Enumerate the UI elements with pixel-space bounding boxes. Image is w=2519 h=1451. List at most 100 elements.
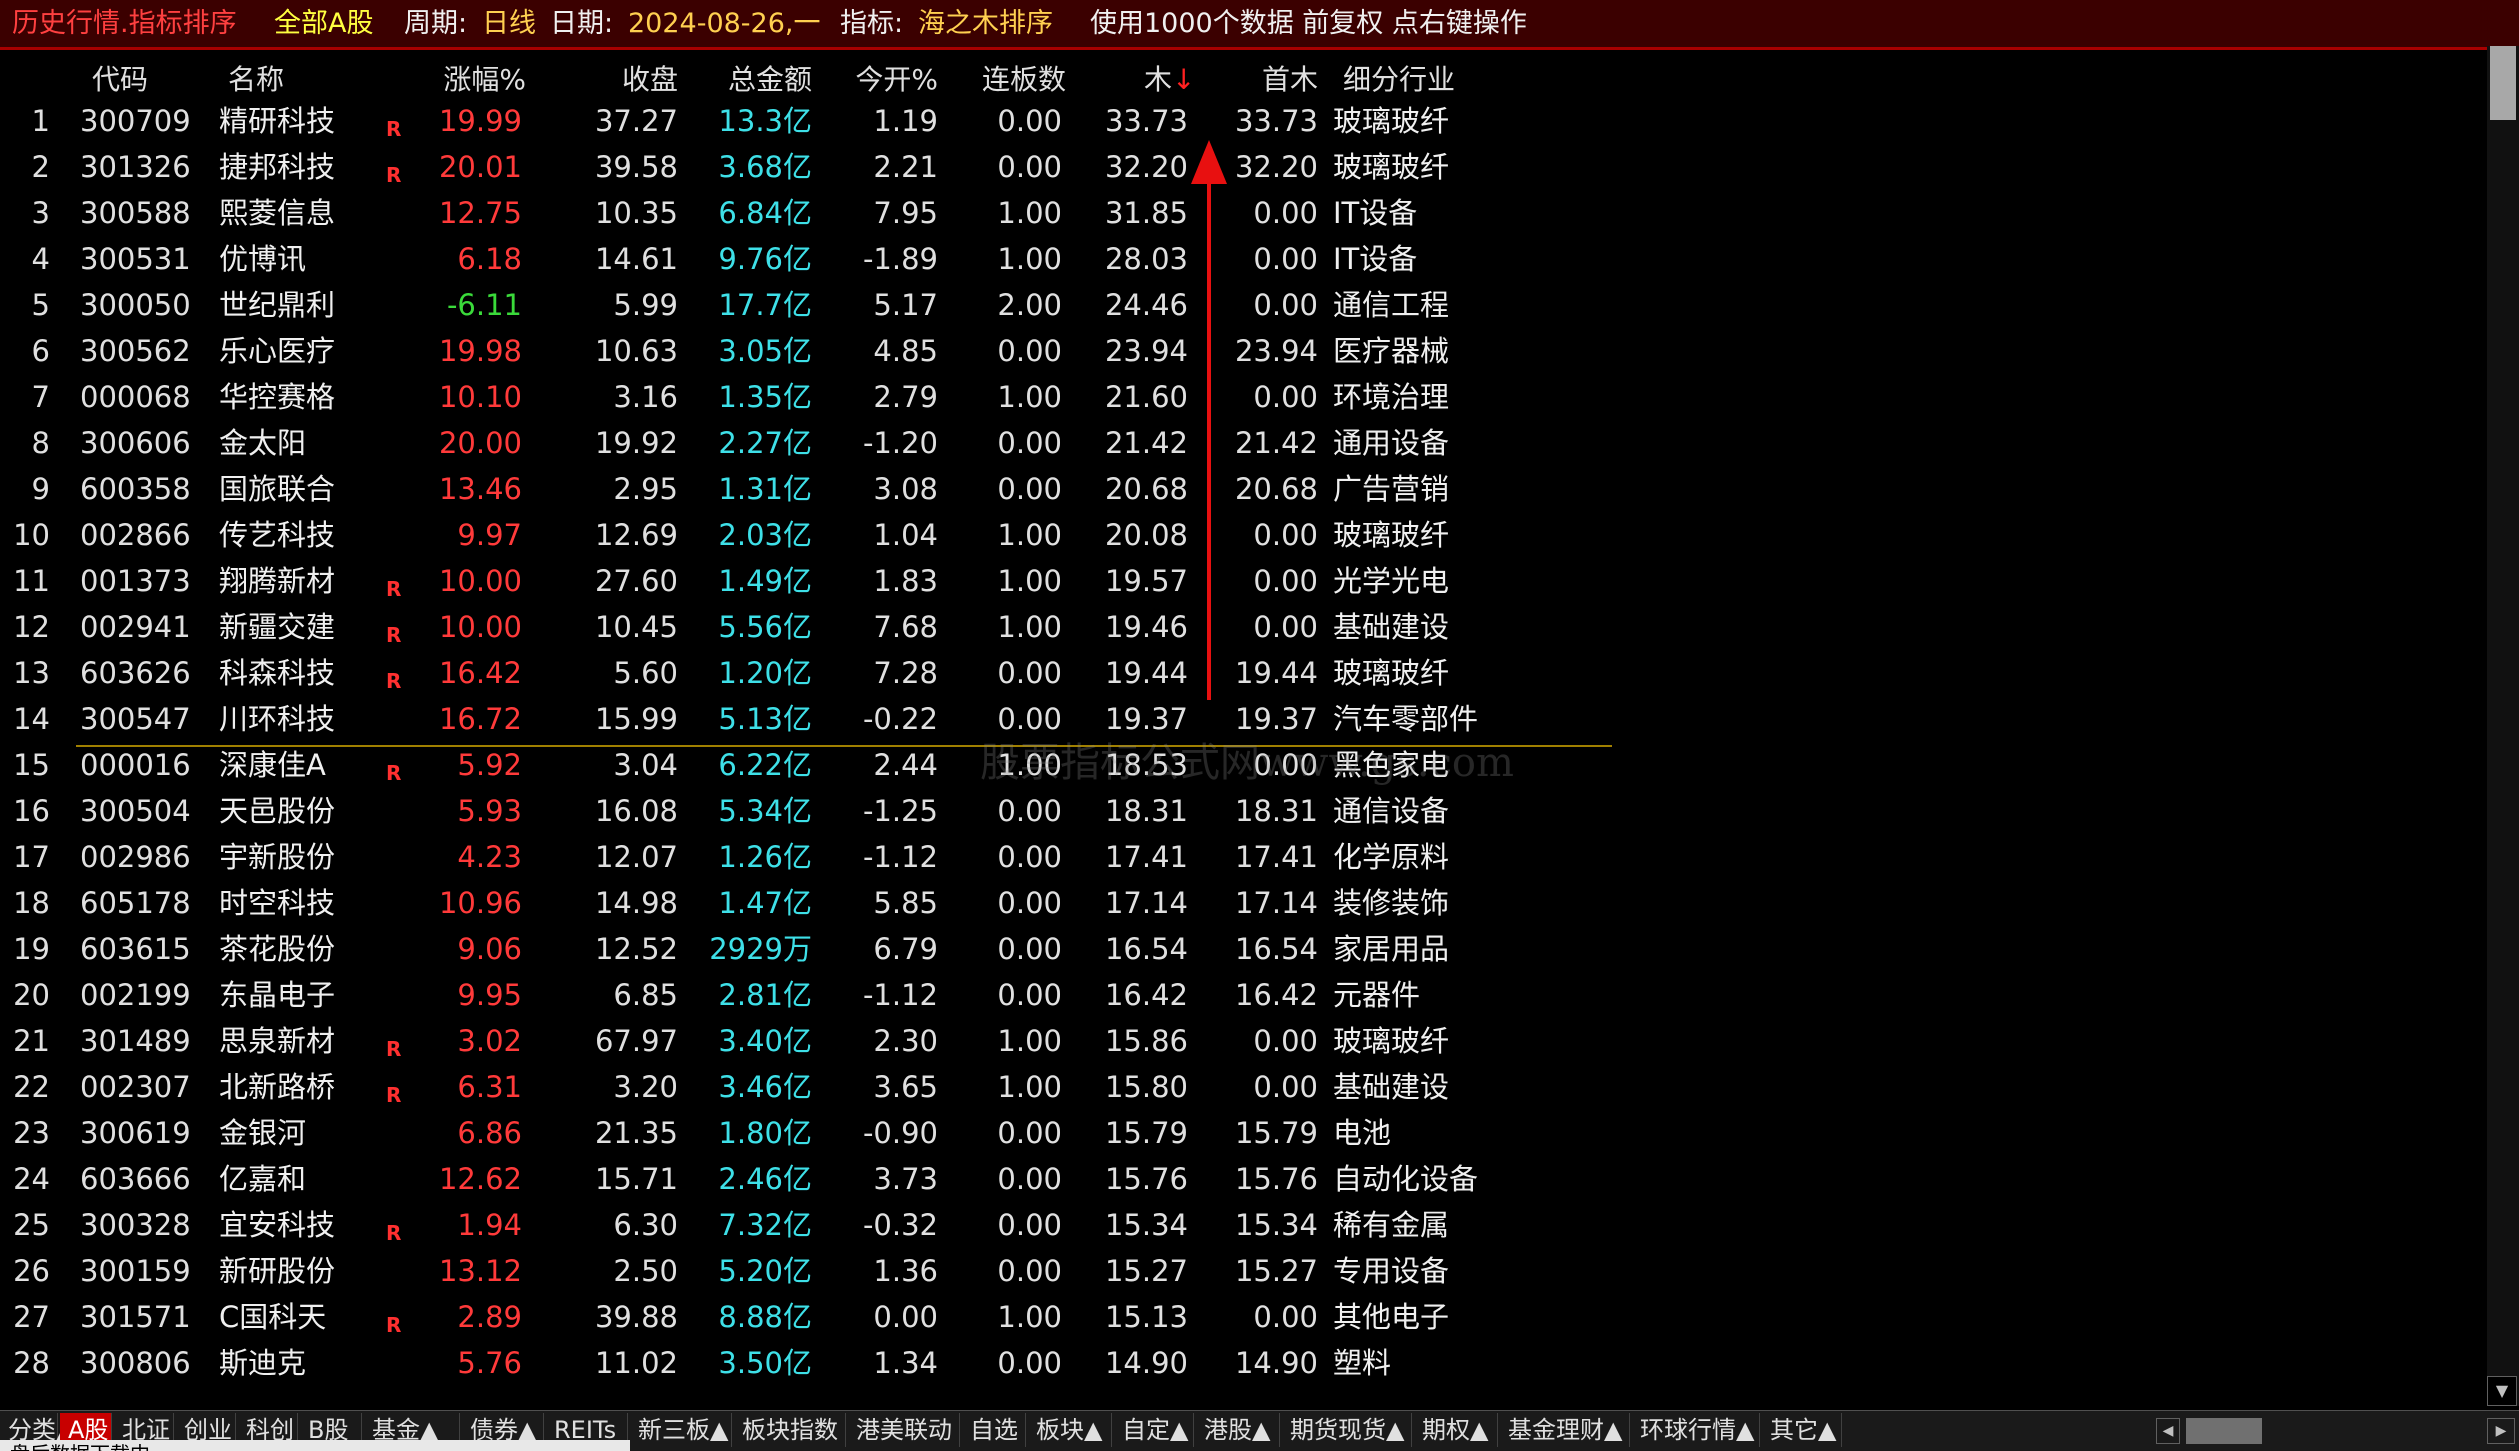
- close-price: 10.63: [594, 334, 678, 368]
- table-row[interactable]: 25 300328 宜安科技 R 1.94 6.30 7.32亿 -0.32 0.00 15.34…: [0, 1202, 1620, 1248]
- table-row[interactable]: 27 301571 C国科天 R 2.89 39.88 8.88亿 0.00 1.00 15.13…: [0, 1294, 1620, 1340]
- table-row[interactable]: 10 002866 传艺科技 9.97 12.69 2.03亿 1.04 1.00 20.08 0…: [0, 512, 1620, 558]
- table-row[interactable]: 3 300588 熙菱信息 12.75 10.35 6.84亿 7.95 1.00 31.85 0…: [0, 190, 1620, 236]
- stock-code: 603615: [80, 932, 191, 966]
- row-index: 12: [13, 610, 50, 644]
- table-row[interactable]: 18 605178 时空科技 10.96 14.98 1.47亿 5.85 0.00 17.14…: [0, 880, 1620, 926]
- table-row[interactable]: 2 301326 捷邦科技 R 20.01 39.58 3.68亿 2.21 0.00 32.20…: [0, 144, 1620, 190]
- table-row[interactable]: 8 300606 金太阳 20.00 19.92 2.27亿 -1.20 0.00 21.42 2…: [0, 420, 1620, 466]
- stock-name: 东晶电子: [219, 978, 336, 1012]
- row-index: 20: [13, 978, 50, 1012]
- change-pct: 16.72: [438, 702, 522, 736]
- industry: 基础建设: [1333, 610, 1450, 644]
- table-row[interactable]: 22 002307 北新路桥 R 6.31 3.20 3.46亿 3.65 1.00 15.80 0…: [0, 1064, 1620, 1110]
- table-row[interactable]: 26 300159 新研股份 13.12 2.50 5.20亿 1.36 0.00 15.27 1…: [0, 1248, 1620, 1294]
- horizontal-scrollbar-thumb[interactable]: [2186, 1418, 2262, 1444]
- change-pct: 5.93: [457, 794, 522, 828]
- col-header-consecutive[interactable]: 连板数: [950, 58, 1066, 98]
- scroll-left-icon[interactable]: ◀: [2156, 1418, 2180, 1444]
- col-header-amount[interactable]: 总金额: [690, 58, 812, 98]
- table-row[interactable]: 28 300806 斯迪克 5.76 11.02 3.50亿 1.34 0.00 14.90 14…: [0, 1340, 1620, 1386]
- close-price: 11.02: [594, 1346, 678, 1380]
- date-value[interactable]: 2024-08-26,一: [628, 0, 821, 47]
- table-row[interactable]: 4 300531 优博讯 6.18 14.61 9.76亿 -1.89 1.00 28.03 0.…: [0, 236, 1620, 282]
- total-amount: 5.34亿: [718, 794, 812, 828]
- table-row[interactable]: 6 300562 乐心医疗 19.98 10.63 3.05亿 4.85 0.00 23.94 2…: [0, 328, 1620, 374]
- vertical-scrollbar[interactable]: [2487, 46, 2519, 1406]
- table-row[interactable]: 5 300050 世纪鼎利 -6.11 5.99 17.7亿 5.17 2.00 24.46 0.…: [0, 282, 1620, 328]
- table-row[interactable]: 9 600358 国旅联合 13.46 2.95 1.31亿 3.08 0.00 20.68 20…: [0, 466, 1620, 512]
- col-header-industry[interactable]: 细分行业: [1343, 58, 1455, 98]
- tab-11[interactable]: 港美联动: [848, 1413, 960, 1447]
- tab-15[interactable]: 港股▲: [1196, 1413, 1280, 1447]
- table-row[interactable]: 20 002199 东晶电子 9.95 6.85 2.81亿 -1.12 0.00 16.42 1…: [0, 972, 1620, 1018]
- table-row[interactable]: 21 301489 思泉新材 R 3.02 67.97 3.40亿 2.30 1.00 15.86…: [0, 1018, 1620, 1064]
- industry: 通用设备: [1333, 426, 1450, 460]
- col-header-mu[interactable]: 木↓: [1144, 58, 1195, 98]
- total-amount: 17.7亿: [718, 288, 812, 322]
- table-row[interactable]: 19 603615 茶花股份 9.06 12.52 2929万 6.79 0.00 16.54 1…: [0, 926, 1620, 972]
- indicator-value[interactable]: 海之木排序: [918, 0, 1053, 47]
- col-header-close[interactable]: 收盘: [560, 58, 678, 98]
- stock-code: 300504: [80, 794, 191, 828]
- total-amount: 1.47亿: [718, 886, 812, 920]
- tab-12[interactable]: 自选: [962, 1413, 1026, 1447]
- table-row[interactable]: 17 002986 宇新股份 4.23 12.07 1.26亿 -1.12 0.00 17.41…: [0, 834, 1620, 880]
- col-header-first-mu[interactable]: 首木: [1200, 58, 1318, 98]
- table-row[interactable]: 16 300504 天邑股份 5.93 16.08 5.34亿 -1.25 0.00 18.31…: [0, 788, 1620, 834]
- tab-20[interactable]: 其它▲: [1762, 1413, 1842, 1447]
- col-header-change[interactable]: 涨幅%: [420, 58, 526, 98]
- tab-13[interactable]: 板块▲: [1028, 1413, 1112, 1447]
- scroll-down-icon[interactable]: ▼: [2487, 1376, 2517, 1406]
- first-mu-value: 16.42: [1234, 978, 1318, 1012]
- row-index: 1: [31, 104, 50, 138]
- total-amount: 6.22亿: [718, 748, 812, 782]
- total-amount: 5.56亿: [718, 610, 812, 644]
- col-header-name[interactable]: 名称: [228, 58, 284, 98]
- table-row[interactable]: 11 001373 翔腾新材 R 10.00 27.60 1.49亿 1.83 1.00 19.5…: [0, 558, 1620, 604]
- tab-9[interactable]: 新三板▲: [630, 1413, 732, 1447]
- mu-value: 23.94: [1104, 334, 1188, 368]
- stock-name: 亿嘉和: [219, 1162, 307, 1196]
- table-row[interactable]: 24 603666 亿嘉和 12.62 15.71 2.46亿 3.73 0.00 15.76 1…: [0, 1156, 1620, 1202]
- tab-18[interactable]: 基金理财▲: [1500, 1413, 1630, 1447]
- scroll-right-icon[interactable]: ▶: [2487, 1418, 2515, 1444]
- row-index: 21: [13, 1024, 50, 1058]
- mu-value: 20.68: [1104, 472, 1188, 506]
- tab-14[interactable]: 自定▲: [1114, 1413, 1194, 1447]
- open-pct: 2.44: [873, 748, 938, 782]
- total-amount: 5.13亿: [718, 702, 812, 736]
- col-header-open[interactable]: 今开%: [820, 58, 938, 98]
- tab-16[interactable]: 期货现货▲: [1282, 1413, 1412, 1447]
- app-title: 历史行情.指标排序: [12, 8, 237, 39]
- change-pct: 3.02: [457, 1024, 522, 1058]
- mu-value: 33.73: [1104, 104, 1188, 138]
- open-pct: 5.85: [873, 886, 938, 920]
- open-pct: 1.19: [873, 104, 938, 138]
- table-row[interactable]: 13 603626 科森科技 R 16.42 5.60 1.20亿 7.28 0.00 19.44…: [0, 650, 1620, 696]
- stock-code: 300547: [80, 702, 191, 736]
- stock-name: 宜安科技: [219, 1208, 336, 1242]
- tab-10[interactable]: 板块指数: [734, 1413, 846, 1447]
- table-row[interactable]: 7 000068 华控赛格 10.10 3.16 1.35亿 2.79 1.00 21.60 0.…: [0, 374, 1620, 420]
- change-pct: 1.94: [457, 1208, 522, 1242]
- scrollbar-thumb[interactable]: [2490, 46, 2516, 120]
- table-row[interactable]: 12 002941 新疆交建 R 10.00 10.45 5.56亿 7.68 1.00 19.4…: [0, 604, 1620, 650]
- mu-value: 15.34: [1104, 1208, 1188, 1242]
- stock-name: 优博讯: [219, 242, 307, 276]
- tab-17[interactable]: 期权▲: [1414, 1413, 1498, 1447]
- stock-code: 300050: [80, 288, 191, 322]
- stock-code: 301571: [80, 1300, 191, 1334]
- stock-name: 宇新股份: [219, 840, 336, 874]
- table-row[interactable]: 23 300619 金银河 6.86 21.35 1.80亿 -0.90 0.00 15.79 1…: [0, 1110, 1620, 1156]
- tab-19[interactable]: 环球行情▲: [1632, 1413, 1760, 1447]
- industry: 通信工程: [1333, 288, 1450, 322]
- stock-name: 世纪鼎利: [219, 288, 336, 322]
- table-row[interactable]: 1 300709 精研科技 R 19.99 37.27 13.3亿 1.19 0.00 33.73…: [0, 98, 1620, 144]
- col-header-code[interactable]: 代码: [92, 58, 148, 98]
- stock-name: 金太阳: [219, 426, 307, 460]
- consecutive-limit-count: 0.00: [997, 1208, 1062, 1242]
- period-value[interactable]: 日线: [482, 0, 536, 47]
- market-selector[interactable]: 全部A股: [274, 0, 373, 47]
- stock-name: 斯迪克: [219, 1346, 307, 1380]
